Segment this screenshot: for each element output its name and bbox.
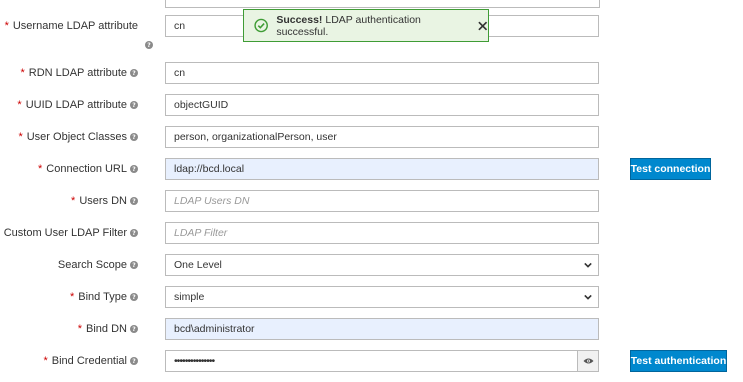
bind-dn-text: Bind DN bbox=[86, 323, 127, 335]
uuid-ldap-attribute-input[interactable]: objectGUID bbox=[165, 94, 599, 116]
row-user-object-classes: * User Object Classes ? person, organiza… bbox=[0, 126, 743, 148]
bind-type-value: simple bbox=[174, 291, 205, 303]
connection-url-input[interactable]: ldap://bcd.local bbox=[165, 158, 599, 180]
users-dn-placeholder: LDAP Users DN bbox=[174, 195, 250, 207]
custom-user-ldap-filter-text: Custom User LDAP Filter bbox=[3, 227, 127, 239]
required-marker: * bbox=[69, 291, 75, 303]
bind-credential-value: ••••••••••••••• bbox=[174, 355, 215, 367]
search-scope-select[interactable]: One Level bbox=[165, 254, 599, 276]
connection-url-text: Connection URL bbox=[46, 163, 127, 175]
bind-type-select[interactable]: simple bbox=[165, 286, 599, 308]
row-bind-credential: * Bind Credential ? ••••••••••••••• Test… bbox=[0, 350, 743, 372]
row-users-dn: * Users DN ? LDAP Users DN bbox=[0, 190, 743, 212]
connection-url-label: * Connection URL ? bbox=[38, 158, 138, 180]
user-object-classes-value: person, organizationalPerson, user bbox=[174, 131, 337, 143]
help-icon[interactable]: ? bbox=[130, 229, 138, 237]
rdn-ldap-attribute-text: RDN LDAP attribute bbox=[28, 67, 127, 79]
help-icon[interactable]: ? bbox=[130, 325, 138, 333]
user-object-classes-text: User Object Classes bbox=[26, 131, 127, 143]
users-dn-input[interactable]: LDAP Users DN bbox=[165, 190, 599, 212]
rdn-ldap-attribute-input[interactable]: cn bbox=[165, 62, 599, 84]
uuid-ldap-attribute-label: * UUID LDAP attribute ? bbox=[17, 94, 138, 116]
help-icon[interactable]: ? bbox=[130, 357, 138, 365]
chevron-down-icon bbox=[584, 294, 592, 300]
bind-dn-input[interactable]: bcd\administrator bbox=[165, 318, 599, 340]
required-marker: * bbox=[20, 67, 25, 79]
help-icon[interactable]: ? bbox=[130, 133, 138, 141]
search-scope-text: Search Scope bbox=[57, 259, 127, 271]
users-dn-text: Users DN bbox=[79, 195, 127, 207]
required-marker: * bbox=[4, 20, 9, 32]
bind-credential-label: * Bind Credential ? bbox=[43, 350, 138, 372]
help-icon[interactable]: ? bbox=[145, 41, 153, 49]
row-rdn-ldap-attribute: * RDN LDAP attribute ? cn bbox=[0, 62, 743, 84]
row-uuid-ldap-attribute: * UUID LDAP attribute ? objectGUID bbox=[0, 94, 743, 116]
username-ldap-attribute-label: * Username LDAP attribute bbox=[5, 19, 138, 33]
previous-field-input[interactable] bbox=[165, 0, 600, 8]
required-marker: * bbox=[38, 163, 43, 175]
row-search-scope: Search Scope ? One Level bbox=[0, 254, 743, 276]
required-marker: * bbox=[18, 131, 23, 143]
required-marker: * bbox=[71, 195, 76, 207]
connection-url-value: ldap://bcd.local bbox=[174, 163, 245, 175]
bind-dn-label: * Bind DN ? bbox=[78, 318, 138, 340]
custom-user-ldap-filter-label: Custom User LDAP Filter ? bbox=[4, 222, 138, 244]
uuid-ldap-attribute-text: UUID LDAP attribute bbox=[25, 99, 127, 111]
success-toast: Success! LDAP authentication successful. bbox=[243, 9, 489, 42]
help-icon[interactable]: ? bbox=[130, 261, 138, 269]
user-object-classes-input[interactable]: person, organizationalPerson, user bbox=[165, 126, 599, 148]
help-icon[interactable]: ? bbox=[130, 101, 138, 109]
required-marker: * bbox=[17, 99, 22, 111]
bind-dn-value: bcd\administrator bbox=[174, 323, 255, 335]
show-password-button[interactable] bbox=[577, 351, 598, 371]
bind-credential-text: Bind Credential bbox=[51, 355, 127, 367]
toast-message: Success! LDAP authentication successful. bbox=[276, 14, 466, 38]
bind-type-label: * Bind Type ? bbox=[70, 286, 138, 308]
help-icon[interactable]: ? bbox=[130, 197, 138, 205]
toast-title: Success! bbox=[276, 13, 323, 26]
rdn-ldap-attribute-label: * RDN LDAP attribute ? bbox=[20, 62, 138, 84]
bind-type-text: Bind Type bbox=[78, 291, 127, 303]
custom-user-ldap-filter-placeholder: LDAP Filter bbox=[174, 227, 228, 239]
help-icon[interactable]: ? bbox=[130, 293, 138, 301]
row-bind-dn: * Bind DN ? bcd\administrator bbox=[0, 318, 743, 340]
custom-user-ldap-filter-input[interactable]: LDAP Filter bbox=[165, 222, 599, 244]
username-ldap-attribute-value: cn bbox=[174, 20, 186, 32]
row-bind-type: * Bind Type ? simple bbox=[0, 286, 743, 308]
uuid-ldap-attribute-value: objectGUID bbox=[174, 99, 229, 111]
bind-credential-input[interactable]: ••••••••••••••• bbox=[165, 350, 599, 372]
username-ldap-attribute-text: Username LDAP attribute bbox=[12, 20, 138, 32]
help-icon[interactable]: ? bbox=[130, 165, 138, 173]
row-connection-url: * Connection URL ? ldap://bcd.local Test… bbox=[0, 158, 743, 180]
chevron-down-icon bbox=[584, 262, 592, 268]
test-connection-button[interactable]: Test connection bbox=[630, 158, 711, 180]
search-scope-value: One Level bbox=[174, 259, 222, 271]
user-object-classes-label: * User Object Classes ? bbox=[18, 126, 138, 148]
search-scope-label: Search Scope ? bbox=[58, 254, 138, 276]
rdn-ldap-attribute-value: cn bbox=[174, 67, 186, 79]
required-marker: * bbox=[43, 355, 48, 367]
row-custom-user-ldap-filter: Custom User LDAP Filter ? LDAP Filter bbox=[0, 222, 743, 244]
check-circle-icon bbox=[254, 18, 268, 33]
test-authentication-button[interactable]: Test authentication bbox=[630, 350, 727, 372]
close-icon[interactable] bbox=[477, 20, 488, 32]
required-marker: * bbox=[77, 323, 83, 335]
users-dn-label: * Users DN ? bbox=[71, 190, 138, 212]
eye-icon bbox=[583, 358, 593, 364]
help-icon[interactable]: ? bbox=[130, 69, 138, 77]
